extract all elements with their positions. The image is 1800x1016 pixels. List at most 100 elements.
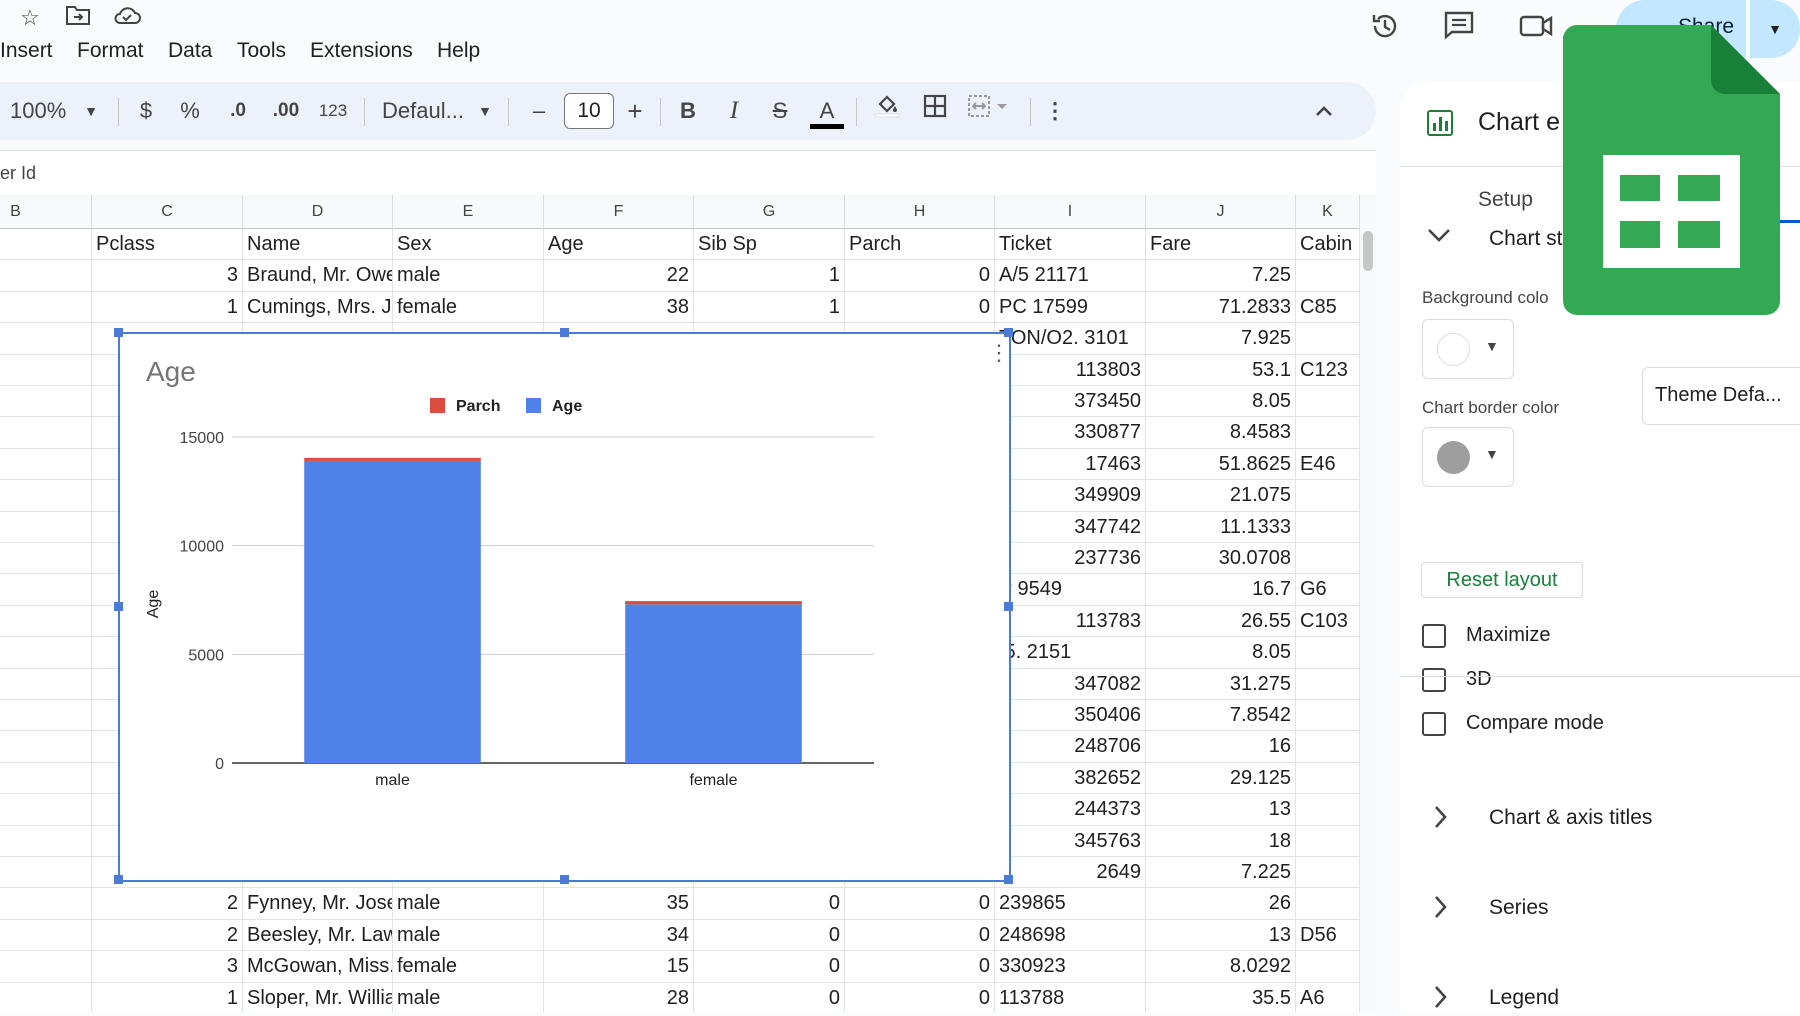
table-cell[interactable]: 8.05	[1146, 386, 1296, 418]
text-color-button[interactable]: A	[810, 82, 844, 140]
font-size-decrease-button[interactable]: –	[526, 82, 552, 140]
resize-handle[interactable]	[560, 875, 569, 884]
table-cell[interactable]: 8.0292	[1146, 951, 1296, 983]
currency-button[interactable]: $	[132, 82, 160, 140]
table-cell[interactable]: male	[393, 919, 544, 952]
table-cell[interactable]: C103	[1296, 605, 1360, 638]
tab-setup[interactable]: Setup	[1478, 188, 1533, 212]
3d-checkbox[interactable]	[1422, 668, 1446, 692]
table-cell[interactable]: 1	[694, 260, 845, 292]
table-cell[interactable]: 382652	[995, 762, 1146, 795]
column-header[interactable]: J	[1146, 195, 1296, 229]
table-cell[interactable]	[1296, 700, 1360, 732]
resize-handle[interactable]	[114, 875, 123, 884]
resize-handle[interactable]	[114, 602, 123, 611]
chevron-right-icon[interactable]	[1432, 894, 1448, 926]
column-header[interactable]: D	[243, 195, 393, 229]
table-cell[interactable]: 8.05	[1146, 637, 1296, 669]
number-format-button[interactable]: 123	[314, 82, 352, 140]
table-cell[interactable]: 2	[92, 919, 243, 952]
table-cell[interactable]: 0	[845, 888, 995, 920]
table-cell[interactable]	[0, 888, 92, 920]
chevron-right-icon[interactable]	[1432, 984, 1448, 1016]
table-cell[interactable]	[1296, 543, 1360, 575]
table-cell[interactable]: 345763	[995, 825, 1146, 857]
table-cell[interactable]: 53.1	[1146, 354, 1296, 386]
table-cell[interactable]: Sloper, Mr. Willia	[243, 982, 393, 1012]
table-cell[interactable]	[0, 354, 92, 386]
header-cell[interactable]: Parch	[845, 229, 995, 261]
table-cell[interactable]: 11.1333	[1146, 511, 1296, 543]
table-cell[interactable]	[1296, 762, 1360, 795]
table-cell[interactable]: 113788	[995, 982, 1146, 1012]
resize-handle[interactable]	[560, 328, 569, 337]
table-cell[interactable]: TON/O2. 3101	[995, 323, 1146, 355]
menu-tools[interactable]: Tools	[237, 39, 286, 63]
table-cell[interactable]: 16	[1146, 731, 1296, 763]
menu-format[interactable]: Format	[77, 39, 144, 63]
table-cell[interactable]: 1	[92, 982, 243, 1012]
embedded-chart[interactable]: Age ⋮ 15000 10000 5000 0 Age male female Parch A…	[114, 328, 1013, 884]
header-cell[interactable]: Sib Sp	[694, 229, 845, 261]
header-cell[interactable]: Cabin	[1296, 229, 1360, 261]
table-cell[interactable]	[0, 825, 92, 857]
table-cell[interactable]: Braund, Mr. Owe	[243, 260, 393, 292]
table-cell[interactable]: 2	[92, 888, 243, 920]
column-header[interactable]: B	[0, 195, 92, 229]
menu-help[interactable]: Help	[437, 39, 480, 63]
table-cell[interactable]	[1296, 951, 1360, 983]
table-cell[interactable]	[0, 448, 92, 481]
table-cell[interactable]: male	[393, 260, 544, 292]
header-cell[interactable]: Name	[243, 229, 393, 261]
meet-icon[interactable]	[1516, 10, 1558, 52]
menu-extensions[interactable]: Extensions	[310, 39, 413, 63]
table-cell[interactable]	[0, 574, 92, 606]
table-cell[interactable]	[0, 794, 92, 826]
font-size-input[interactable]: 10	[564, 93, 614, 129]
header-cell[interactable]: Age	[544, 229, 694, 261]
maximize-checkbox[interactable]	[1422, 624, 1446, 648]
table-cell[interactable]: 0	[694, 888, 845, 920]
table-cell[interactable]: 0	[845, 982, 995, 1012]
table-cell[interactable]: P 9549	[995, 574, 1146, 606]
table-cell[interactable]	[0, 637, 92, 669]
font-select[interactable]: Defaul...	[382, 82, 466, 140]
table-cell[interactable]: 3	[92, 951, 243, 983]
table-cell[interactable]: 2649	[995, 857, 1146, 889]
table-cell[interactable]: Fynney, Mr. Jose	[243, 888, 393, 920]
table-cell[interactable]	[1296, 480, 1360, 512]
header-cell[interactable]: Sex	[393, 229, 544, 261]
column-header[interactable]: E	[393, 195, 544, 229]
strikethrough-button[interactable]: S	[766, 82, 794, 140]
borders-icon[interactable]	[918, 82, 952, 140]
scrollbar-thumb[interactable]	[1363, 231, 1373, 271]
table-cell[interactable]	[0, 951, 92, 983]
table-cell[interactable]: 0	[845, 919, 995, 952]
table-cell[interactable]: 31.275	[1146, 668, 1296, 700]
table-cell[interactable]: 7.225	[1146, 857, 1296, 889]
table-cell[interactable]	[1296, 825, 1360, 857]
merge-cells-icon[interactable]	[966, 82, 1012, 140]
table-cell[interactable]	[0, 668, 92, 700]
menu-insert[interactable]: Insert	[0, 39, 53, 63]
table-cell[interactable]: A6	[1296, 982, 1360, 1012]
table-cell[interactable]: female	[393, 951, 544, 983]
table-cell[interactable]	[0, 291, 92, 324]
table-cell[interactable]: 0	[845, 951, 995, 983]
table-cell[interactable]: 8.4583	[1146, 417, 1296, 449]
version-history-icon[interactable]	[1364, 10, 1406, 52]
table-cell[interactable]: 7.8542	[1146, 700, 1296, 732]
decrease-decimal-button[interactable]: .0	[220, 82, 256, 140]
table-cell[interactable]: 1	[92, 291, 243, 324]
table-cell[interactable]: 7.25	[1146, 260, 1296, 292]
star-icon[interactable]: ☆	[16, 4, 44, 32]
table-cell[interactable]: 0	[694, 951, 845, 983]
table-cell[interactable]	[0, 982, 92, 1012]
table-cell[interactable]: 347742	[995, 511, 1146, 543]
section-chart-axis-titles[interactable]: Chart & axis titles	[1489, 806, 1652, 830]
theme-select[interactable]: Theme Defa...	[1642, 367, 1800, 425]
resize-handle[interactable]	[114, 328, 123, 337]
table-cell[interactable]	[0, 511, 92, 543]
table-cell[interactable]	[1296, 511, 1360, 543]
table-cell[interactable]: 35	[544, 888, 694, 920]
